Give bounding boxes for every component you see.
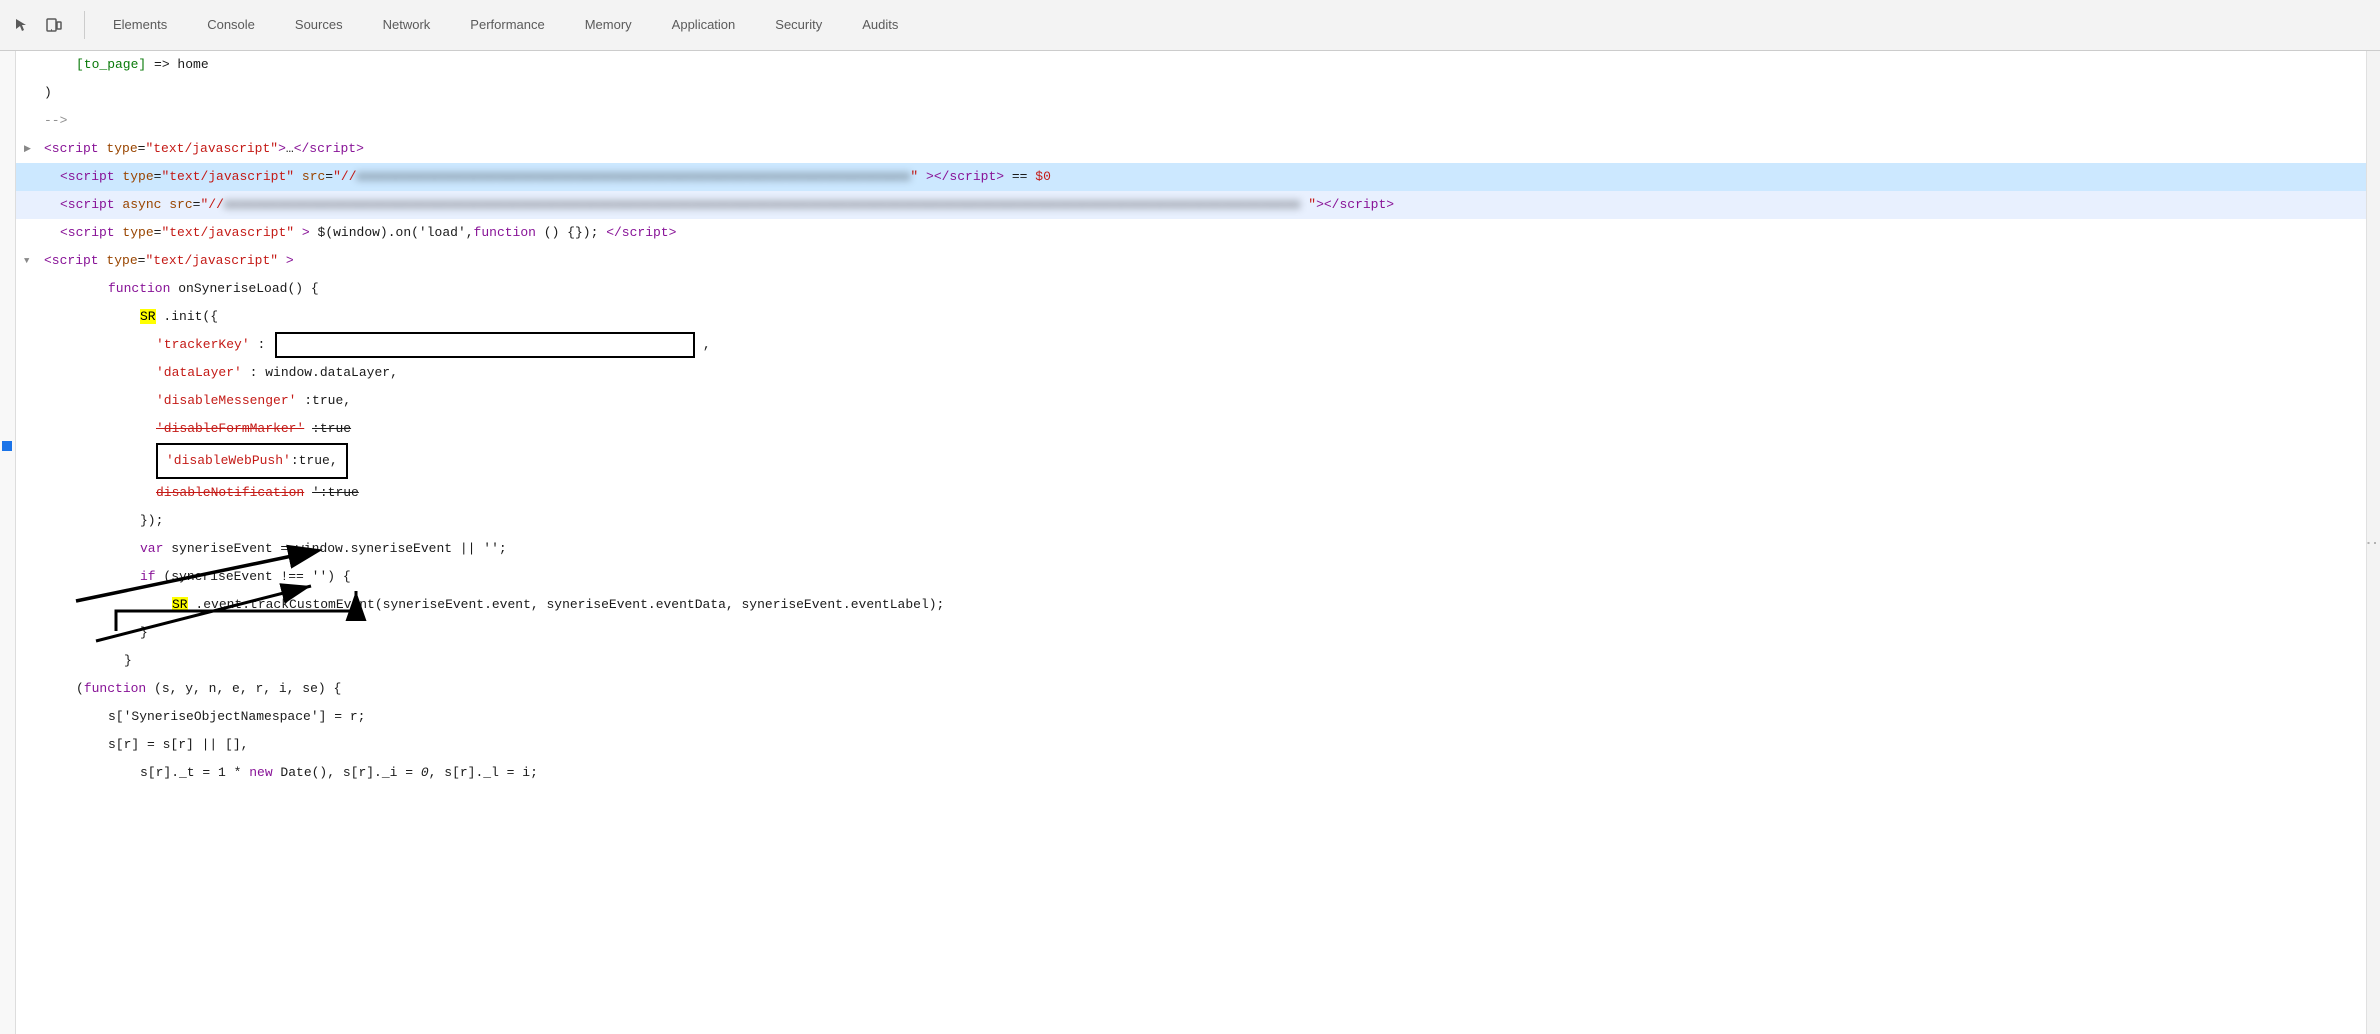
- code-area: [to_page] => home ) --> ▶ <script type="…: [16, 51, 2366, 1034]
- toolbar-icons: [8, 11, 85, 39]
- code-line-9: function onSyneriseLoad() {: [16, 275, 2366, 303]
- tab-console[interactable]: Console: [187, 0, 275, 51]
- code-line-22: }: [16, 647, 2366, 675]
- code-line-6: <script async src="//xxxxxxxxxxxxxxxxxxx…: [16, 191, 2366, 219]
- code-line-15: 'disableWebPush':true,: [16, 443, 2366, 479]
- code-line-14: 'disableFormMarker' :true: [16, 415, 2366, 443]
- code-line-3: -->: [16, 107, 2366, 135]
- code-line-13: 'disableMessenger' :true,: [16, 387, 2366, 415]
- code-line-12: 'dataLayer' : window.dataLayer,: [16, 359, 2366, 387]
- device-icon[interactable]: [40, 11, 68, 39]
- tracker-key-value: [275, 332, 695, 358]
- main-content: [to_page] => home ) --> ▶ <script type="…: [0, 51, 2380, 1034]
- tab-network[interactable]: Network: [363, 0, 451, 51]
- code-line-23: (function (s, y, n, e, r, i, se) {: [16, 675, 2366, 703]
- tab-performance[interactable]: Performance: [450, 0, 564, 51]
- tab-elements[interactable]: Elements: [93, 0, 187, 51]
- code-line-25: s[r] = s[r] || [],: [16, 731, 2366, 759]
- code-line-19: if (syneriseEvent !== '') {: [16, 563, 2366, 591]
- code-line-20: SR .event.trackCustomEvent(syneriseEvent…: [16, 591, 2366, 619]
- devtools-toolbar: Elements Console Sources Network Perform…: [0, 0, 2380, 51]
- tab-application[interactable]: Application: [652, 0, 756, 51]
- code-line-2: ): [16, 79, 2366, 107]
- code-line-8: ▼ <script type="text/javascript" >: [16, 247, 2366, 275]
- code-line-7: <script type="text/javascript" > $(windo…: [16, 219, 2366, 247]
- code-line-4: ▶ <script type="text/javascript">…</scri…: [16, 135, 2366, 163]
- code-line-5: <script type="text/javascript" src="//xx…: [16, 163, 2366, 191]
- code-line-1: [to_page] => home: [16, 51, 2366, 79]
- code-line-24: s['SyneriseObjectNamespace'] = r;: [16, 703, 2366, 731]
- tab-security[interactable]: Security: [755, 0, 842, 51]
- code-panel[interactable]: [to_page] => home ) --> ▶ <script type="…: [16, 51, 2366, 787]
- code-line-16: disableNotification ':true: [16, 479, 2366, 507]
- breakpoint-gutter: [0, 51, 16, 1034]
- code-line-18: var syneriseEvent = window.syneriseEvent…: [16, 535, 2366, 563]
- breakpoint-dot: [2, 441, 12, 451]
- code-line-10: SR .init({: [16, 303, 2366, 331]
- tab-memory[interactable]: Memory: [565, 0, 652, 51]
- tab-sources[interactable]: Sources: [275, 0, 363, 51]
- cursor-icon[interactable]: [8, 11, 36, 39]
- panel-resize-handle[interactable]: ⋮: [2366, 51, 2380, 1034]
- code-line-11: 'trackerKey' : ,: [16, 331, 2366, 359]
- code-line-21: }: [16, 619, 2366, 647]
- code-line-26: s[r]._t = 1 * new Date(), s[r]._i = 0, s…: [16, 759, 2366, 787]
- tab-audits[interactable]: Audits: [842, 0, 918, 51]
- code-line-17: });: [16, 507, 2366, 535]
